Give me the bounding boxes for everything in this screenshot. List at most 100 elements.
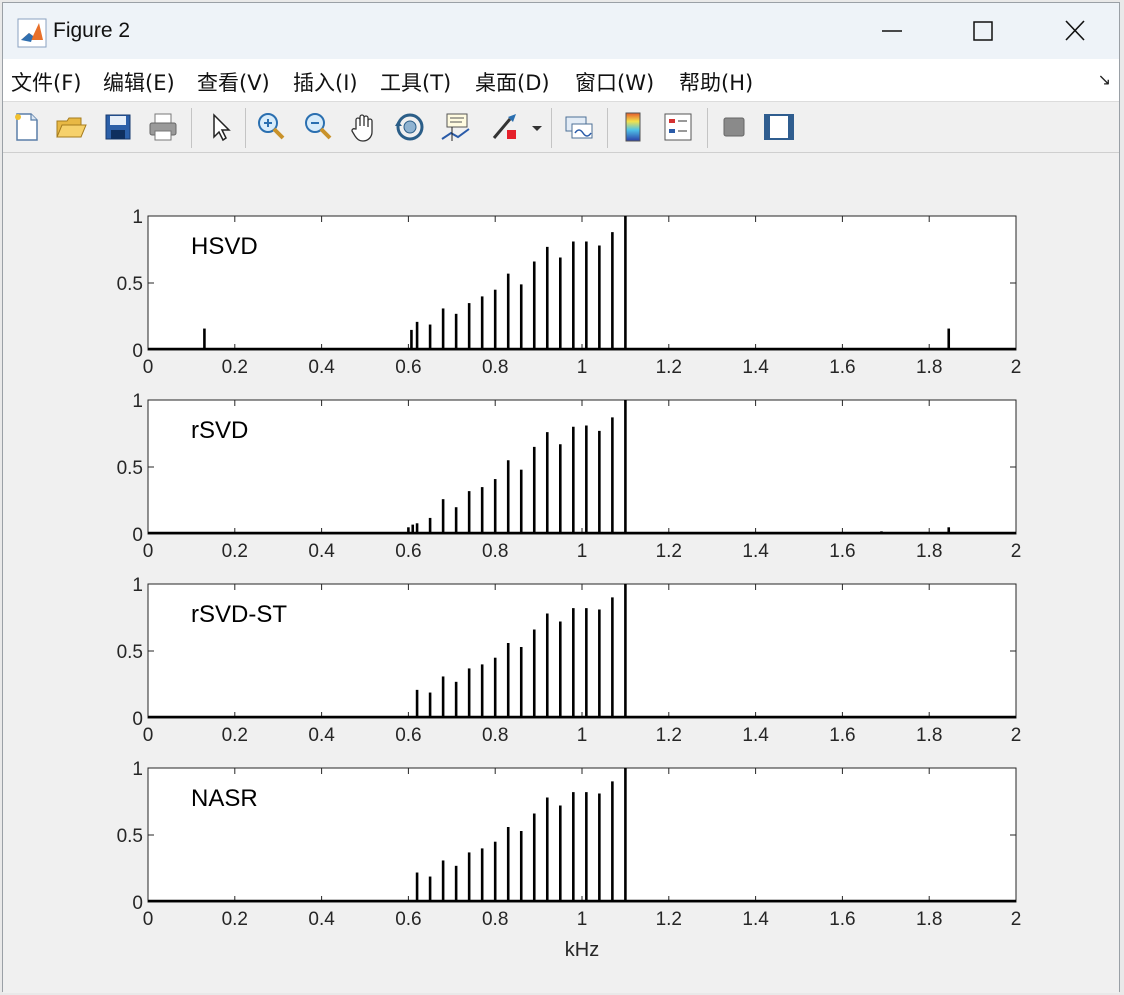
x-tick-label: 0.6: [395, 541, 421, 562]
x-tick-label: 0.2: [222, 909, 248, 930]
toolbar-separator: [245, 108, 246, 148]
maximize-button[interactable]: [960, 11, 1006, 51]
x-tick-label: 0.4: [308, 725, 335, 746]
new-figure-icon[interactable]: [8, 109, 44, 145]
x-tick-label: 1: [577, 541, 588, 562]
toolbar-separator: [191, 108, 192, 148]
x-tick-label: 0.2: [222, 357, 248, 378]
x-tick-label: 1: [577, 909, 588, 930]
y-tick-label: 0: [132, 525, 143, 546]
select-pointer-icon[interactable]: [201, 109, 237, 145]
y-tick-label: 0: [132, 893, 143, 914]
x-tick-label: 1.4: [742, 909, 769, 930]
x-tick-label: 2: [1011, 541, 1022, 562]
toolbar-separator: [551, 108, 552, 148]
y-tick-label: 0.5: [117, 826, 143, 847]
x-tick-label: 0.6: [395, 725, 421, 746]
axes-box: [147, 767, 1017, 903]
data-cursor-icon[interactable]: [438, 109, 474, 145]
window-title: Figure 2: [53, 19, 131, 42]
x-tick-label: 0.8: [482, 541, 508, 562]
x-tick-label: 1.8: [916, 357, 942, 378]
x-tick-label: 1.6: [829, 909, 855, 930]
x-tick-label: 1.4: [742, 725, 769, 746]
y-tick-label: 0.5: [117, 458, 143, 479]
zoom-out-icon[interactable]: [300, 109, 336, 145]
x-tick-label: 0: [143, 725, 154, 746]
axes-box: [147, 399, 1017, 535]
x-tick-label: 2: [1011, 725, 1022, 746]
y-tick-label: 0.5: [117, 642, 143, 663]
maximize-icon: [973, 21, 993, 41]
minimize-button[interactable]: [869, 11, 915, 51]
menu-edit[interactable]: 编辑(E): [103, 67, 175, 97]
menu-view[interactable]: 查看(V): [197, 67, 270, 97]
menu-insert[interactable]: 插入(I): [293, 67, 358, 97]
brush-dropdown-icon[interactable]: [529, 109, 545, 145]
x-tick-label: 1.4: [742, 357, 769, 378]
menu-desktop[interactable]: 桌面(D): [475, 67, 550, 97]
close-icon: [1065, 20, 1085, 41]
zoom-in-icon[interactable]: [253, 109, 289, 145]
y-tick-label: 1: [132, 759, 143, 780]
hide-plot-tools-icon[interactable]: [716, 109, 752, 145]
subplot-label: NASR: [191, 785, 258, 812]
y-tick-label: 0.5: [117, 274, 143, 295]
y-tick-label: 0: [132, 709, 143, 730]
menu-tools[interactable]: 工具(T): [380, 67, 451, 97]
x-tick-label: 1.6: [829, 725, 855, 746]
x-tick-label: 1.2: [656, 541, 682, 562]
x-tick-label: 1.2: [656, 357, 682, 378]
minimize-icon: [882, 30, 902, 32]
x-tick-label: 1.6: [829, 357, 855, 378]
rotate-3d-icon[interactable]: [392, 109, 428, 145]
x-tick-label: 0.6: [395, 909, 421, 930]
x-tick-label: 0.2: [222, 725, 248, 746]
close-button[interactable]: [1052, 11, 1098, 51]
subplot-label: HSVD: [191, 233, 258, 260]
legend-icon[interactable]: [660, 109, 696, 145]
link-plot-icon[interactable]: [561, 109, 597, 145]
x-tick-label: 1.4: [742, 541, 769, 562]
open-file-icon[interactable]: [53, 109, 89, 145]
x-tick-label: 1.6: [829, 541, 855, 562]
x-tick-label: 1: [577, 725, 588, 746]
x-tick-label: 0.8: [482, 357, 508, 378]
show-plot-tools-icon[interactable]: [761, 109, 797, 145]
print-icon[interactable]: [145, 109, 181, 145]
x-tick-label: 1.8: [916, 725, 942, 746]
toolbar-separator: [607, 108, 608, 148]
figure-canvas: 0 0.2 0.4 0.6 0.8 1 1.2 1.4 1.6 1.8 2 0 0.5 1 HSVD 0 0.2…: [3, 153, 1119, 993]
x-tick-label: 0: [143, 541, 154, 562]
x-tick-label: 1.8: [916, 541, 942, 562]
colorbar-icon[interactable]: [615, 109, 651, 145]
axes-box: [147, 215, 1017, 351]
title-bar: Figure 2: [3, 3, 1119, 59]
y-tick-label: 1: [132, 575, 143, 596]
matlab-icon: [17, 18, 47, 48]
subplot-label: rSVD: [191, 417, 248, 444]
x-tick-label: 0.2: [222, 541, 248, 562]
x-tick-label: 1.2: [656, 909, 682, 930]
x-tick-label: 0.4: [308, 909, 335, 930]
menu-file[interactable]: 文件(F): [11, 67, 81, 97]
x-tick-label: 0: [143, 909, 154, 930]
save-icon[interactable]: [100, 109, 136, 145]
y-tick-label: 1: [132, 391, 143, 412]
x-tick-label: 1: [577, 357, 588, 378]
x-tick-label: 0.6: [395, 357, 421, 378]
toolbar-separator: [707, 108, 708, 148]
x-tick-label: 0.4: [308, 541, 335, 562]
x-tick-label: 0.4: [308, 357, 335, 378]
x-tick-label: 0.8: [482, 725, 508, 746]
dock-arrow-icon[interactable]: ↘: [1098, 70, 1111, 89]
y-tick-label: 1: [132, 207, 143, 228]
brush-icon[interactable]: [486, 109, 522, 145]
menu-help[interactable]: 帮助(H): [679, 67, 753, 97]
pan-hand-icon[interactable]: [346, 109, 382, 145]
subplot-label: rSVD-ST: [191, 601, 287, 628]
y-tick-label: 0: [132, 341, 143, 362]
menu-window[interactable]: 窗口(W): [575, 67, 654, 97]
subplots-area: 0 0.2 0.4 0.6 0.8 1 1.2 1.4 1.6 1.8 2 0 0.5 1 HSVD 0 0.2…: [117, 207, 1022, 961]
x-tick-label: 2: [1011, 357, 1022, 378]
